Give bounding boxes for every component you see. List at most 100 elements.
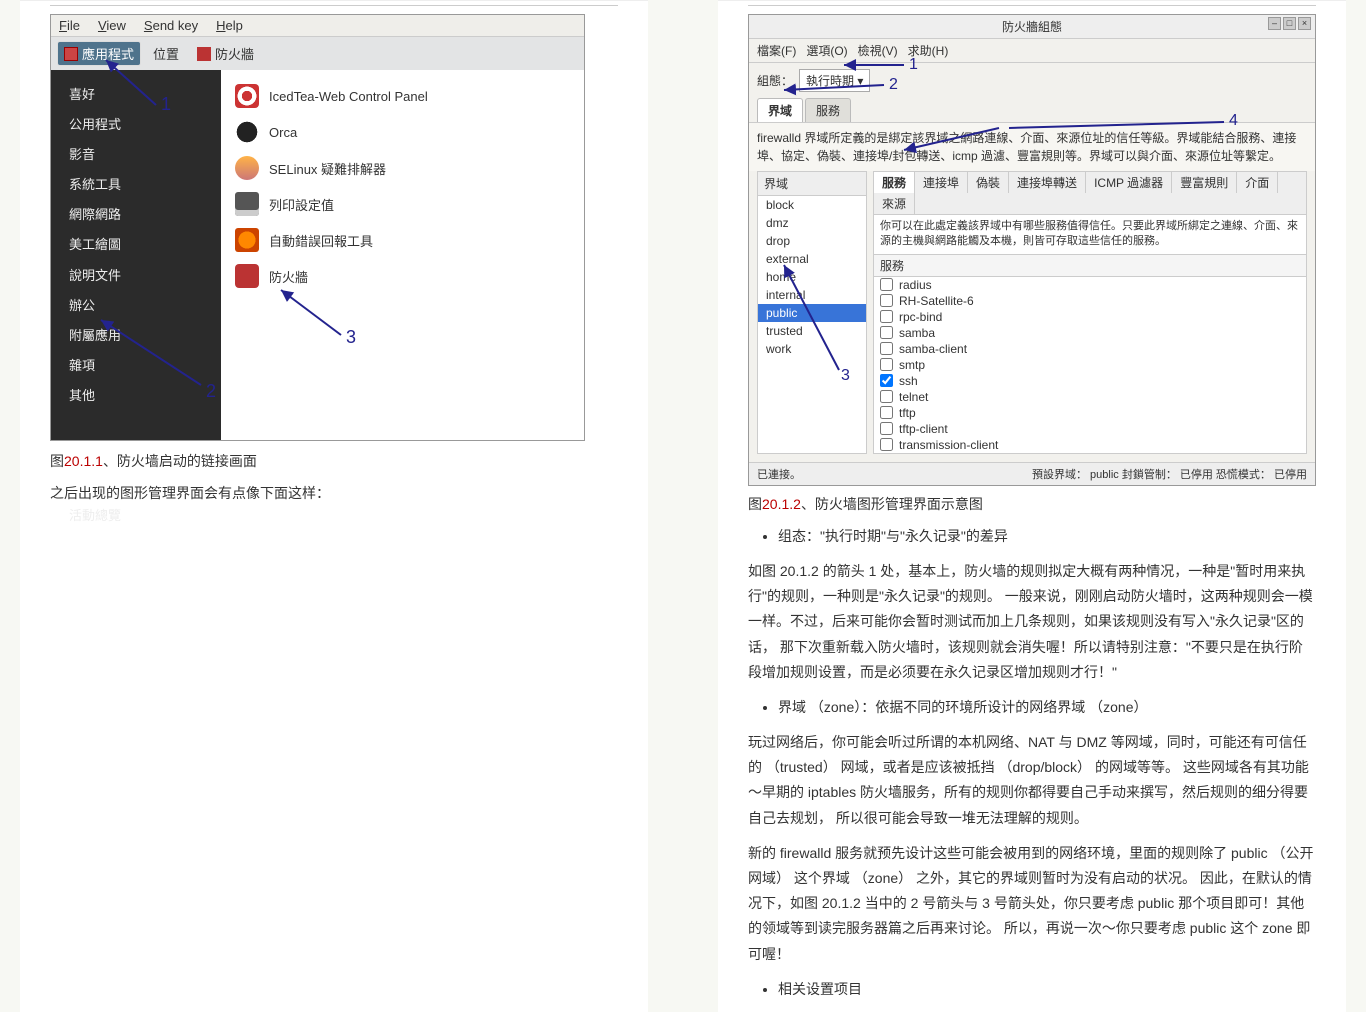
- left-column: File View Send key Help 應用程式 位置 防火牆 喜好 公…: [20, 0, 648, 1012]
- firewall-icon: [235, 264, 259, 288]
- status-connected: 已連接。: [757, 466, 801, 482]
- fig-caption-1: 图20.1.1、防火墙启动的链接画面: [50, 451, 618, 471]
- service-smtp[interactable]: smtp: [874, 357, 1306, 373]
- service-transmission-client[interactable]: transmission-client: [874, 437, 1306, 453]
- zone-public[interactable]: public: [758, 304, 866, 322]
- stab-5[interactable]: 豐富規則: [1172, 172, 1237, 193]
- fw-menu-file[interactable]: 檔案(F): [757, 42, 796, 59]
- fw-combo-label: 組態：: [757, 72, 793, 89]
- menu-view[interactable]: View: [98, 18, 126, 33]
- minimize-icon[interactable]: –: [1268, 17, 1281, 30]
- stab-3[interactable]: 連接埠轉送: [1009, 172, 1086, 193]
- service-RH-Satellite-6[interactable]: RH-Satellite-6: [874, 293, 1306, 309]
- topbar-applications[interactable]: 應用程式: [57, 41, 141, 66]
- nav-acc[interactable]: 附屬應用: [51, 321, 221, 351]
- zone-external[interactable]: external: [758, 250, 866, 268]
- nav-util[interactable]: 公用程式: [51, 110, 221, 140]
- nav-misc[interactable]: 雜項: [51, 351, 221, 381]
- app-orca[interactable]: Orca: [231, 114, 574, 150]
- service-list-head: 服務: [874, 255, 1306, 277]
- stab-1[interactable]: 連接埠: [915, 172, 968, 193]
- stab-6[interactable]: 介面: [1237, 172, 1278, 193]
- service-check-tftp-client[interactable]: [880, 422, 893, 435]
- selinux-icon: [235, 156, 259, 180]
- fw-service-panel: 服務連接埠偽裝連接埠轉送ICMP 過濾器豐富規則介面來源 你可以在此處定義該界域…: [873, 171, 1307, 454]
- service-telnet[interactable]: telnet: [874, 389, 1306, 405]
- bullet-config-diff: 组态："执行时期"与"永久记录"的差异: [778, 524, 1316, 549]
- nav-net[interactable]: 網際網路: [51, 200, 221, 230]
- app-firewall[interactable]: 防火牆: [231, 258, 574, 294]
- fw-zone-list: 界域 blockdmzdropexternalhomeinternalpubli…: [757, 171, 867, 454]
- service-check-ssh[interactable]: [880, 374, 893, 387]
- fw-menu-options[interactable]: 選項(O): [806, 42, 847, 59]
- zone-work[interactable]: work: [758, 340, 866, 358]
- zone-trusted[interactable]: trusted: [758, 322, 866, 340]
- service-check-telnet[interactable]: [880, 390, 893, 403]
- gnome-topbar: 應用程式 位置 防火牆: [51, 37, 584, 70]
- app-abrt[interactable]: 自動錯誤回報工具: [231, 222, 574, 258]
- maximize-icon[interactable]: □: [1283, 17, 1296, 30]
- nav-fav[interactable]: 喜好: [51, 80, 221, 110]
- zone-drop[interactable]: drop: [758, 232, 866, 250]
- menu-sendkey[interactable]: Send key: [144, 18, 198, 33]
- menu-file[interactable]: File: [59, 18, 80, 33]
- zone-dmz[interactable]: dmz: [758, 214, 866, 232]
- service-check-tftp[interactable]: [880, 406, 893, 419]
- stab-0[interactable]: 服務: [874, 172, 915, 193]
- app-menu-window: File View Send key Help 應用程式 位置 防火牆 喜好 公…: [50, 14, 585, 441]
- nav-sys[interactable]: 系統工具: [51, 170, 221, 200]
- app-print[interactable]: 列印設定值: [231, 186, 574, 222]
- nav-doc[interactable]: 說明文件: [51, 261, 221, 291]
- right-column: 防火牆組態 – □ × 檔案(F) 選項(O) 檢視(V) 求助(H) 組態： …: [718, 0, 1346, 1012]
- nav-gfx[interactable]: 美工繪圖: [51, 230, 221, 260]
- fw-zone-info: firewalld 界域所定義的是綁定該界域之網路連線、介面、來源位址的信任等級…: [749, 122, 1315, 171]
- menu-help[interactable]: Help: [216, 18, 243, 33]
- close-icon[interactable]: ×: [1298, 17, 1311, 30]
- service-radius[interactable]: radius: [874, 277, 1306, 293]
- service-check-smtp[interactable]: [880, 358, 893, 371]
- service-rpc-bind[interactable]: rpc-bind: [874, 309, 1306, 325]
- nav-activities[interactable]: 活動總覽: [51, 501, 221, 528]
- stab-7[interactable]: 來源: [874, 193, 915, 214]
- zone-block[interactable]: block: [758, 196, 866, 214]
- alarm-icon: [235, 228, 259, 252]
- app-selinux[interactable]: SELinux 疑難排解器: [231, 150, 574, 186]
- java-icon: [235, 84, 259, 108]
- nav-media[interactable]: 影音: [51, 140, 221, 170]
- firewall-icon: [197, 47, 211, 61]
- orca-icon: [235, 120, 259, 144]
- app-icedtea[interactable]: IcedTea-Web Control Panel: [231, 78, 574, 114]
- service-tftp-client[interactable]: tftp-client: [874, 421, 1306, 437]
- zone-list-head: 界域: [758, 172, 866, 196]
- nav-other[interactable]: 其他: [51, 381, 221, 411]
- stab-2[interactable]: 偽裝: [968, 172, 1009, 193]
- service-tftp[interactable]: tftp: [874, 405, 1306, 421]
- tab-services[interactable]: 服務: [805, 98, 851, 122]
- service-samba[interactable]: samba: [874, 325, 1306, 341]
- topbar-places[interactable]: 位置: [147, 42, 185, 65]
- service-ssh[interactable]: ssh: [874, 373, 1306, 389]
- stab-4[interactable]: ICMP 過濾器: [1086, 172, 1172, 193]
- zone-internal[interactable]: internal: [758, 286, 866, 304]
- fw-menu-help[interactable]: 求助(H): [908, 42, 949, 59]
- service-check-RH-Satellite-6[interactable]: [880, 294, 893, 307]
- status-right: 預設界域： public 封鎖管制： 已停用 恐慌模式： 已停用: [1032, 466, 1307, 482]
- applications-icon: [64, 47, 78, 61]
- fw-menu-view[interactable]: 檢視(V): [858, 42, 898, 59]
- service-check-samba[interactable]: [880, 326, 893, 339]
- service-check-transmission-client[interactable]: [880, 438, 893, 451]
- fw-menubar: 檔案(F) 選項(O) 檢視(V) 求助(H): [749, 39, 1315, 63]
- service-samba-client[interactable]: samba-client: [874, 341, 1306, 357]
- service-check-samba-client[interactable]: [880, 342, 893, 355]
- qemu-menubar: File View Send key Help: [51, 15, 584, 37]
- topbar-firewall[interactable]: 防火牆: [191, 42, 260, 65]
- tab-zones[interactable]: 界域: [757, 98, 803, 122]
- fw-config-combo[interactable]: 執行時期 ▾: [799, 69, 870, 92]
- service-info: 你可以在此處定義該界域中有哪些服務值得信任。只要此界域所綁定之連線、介面、來源的…: [874, 215, 1306, 255]
- para-config-diff: 如图 20.1.2 的箭头 1 处，基本上，防火墙的规则拟定大概有两种情况，一种…: [748, 559, 1316, 685]
- service-check-rpc-bind[interactable]: [880, 310, 893, 323]
- zone-home[interactable]: home: [758, 268, 866, 286]
- service-check-radius[interactable]: [880, 278, 893, 291]
- nav-office[interactable]: 辦公: [51, 291, 221, 321]
- firewall-config-window: 防火牆組態 – □ × 檔案(F) 選項(O) 檢視(V) 求助(H) 組態： …: [748, 14, 1316, 486]
